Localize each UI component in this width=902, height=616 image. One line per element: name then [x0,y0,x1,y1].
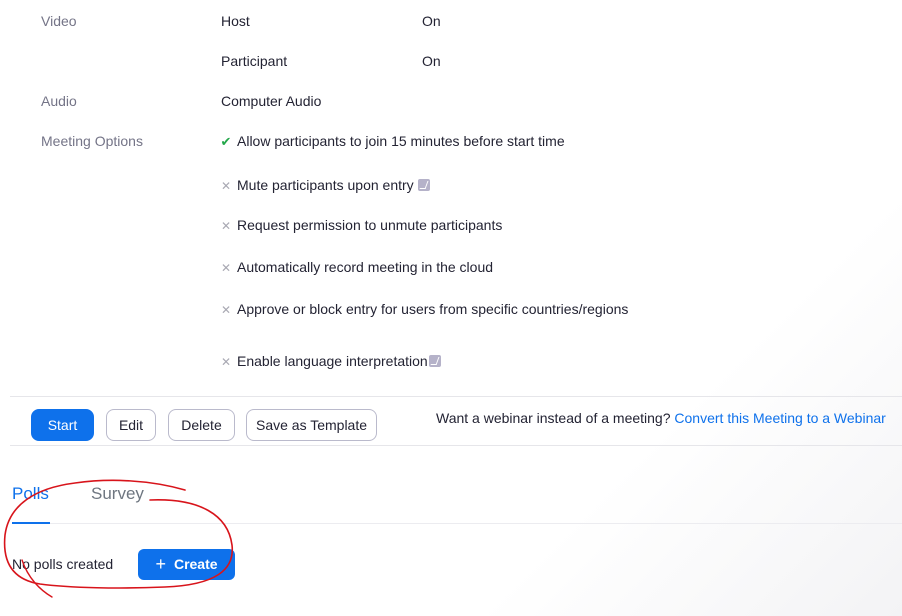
option-language-interpretation: Enable language interpretation [237,353,441,369]
host-video-value: On [422,13,441,29]
no-polls-text: No polls created [12,556,114,572]
option-cloud-record: Automatically record meeting in the clou… [237,259,494,275]
create-poll-label: Create [173,556,218,572]
delete-button[interactable]: Delete [168,409,235,441]
tab-survey[interactable]: Survey [91,484,144,504]
audio-value: Computer Audio [221,93,322,109]
plus-icon: + [155,554,166,574]
option-request-unmute: Request permission to unmute participant… [237,217,503,233]
create-poll-button[interactable]: + Create [138,549,235,580]
check-icon: ✔ [220,134,232,149]
option-approve-block-countries: Approve or block entry for users from sp… [237,301,629,317]
edit-button[interactable]: Edit [106,409,156,441]
participant-label: Participant [221,53,288,69]
webinar-prompt: Want a webinar instead of a meeting? [436,410,671,426]
divider [10,445,902,446]
audio-label: Audio [41,93,77,109]
cross-icon: ✕ [220,355,232,369]
convert-to-webinar-link[interactable]: Convert this Meeting to a Webinar [674,410,885,426]
tabs-divider [50,523,902,524]
video-label: Video [41,13,77,29]
option-language-interpretation-label: Enable language interpretation [237,353,428,369]
participant-video-value: On [422,53,441,69]
option-mute-on-entry-label: Mute participants upon entry [237,177,414,193]
save-as-template-button[interactable]: Save as Template [246,409,377,441]
option-join-before-host: Allow participants to join 15 minutes be… [237,133,565,149]
start-button[interactable]: Start [31,409,94,441]
meeting-options-label: Meeting Options [41,133,143,149]
host-label: Host [221,13,250,29]
active-tab-indicator [12,522,50,524]
divider [10,396,902,397]
pro-badge-icon [428,355,441,367]
cross-icon: ✕ [220,219,232,233]
pro-badge-icon [417,179,430,191]
cross-icon: ✕ [220,179,232,193]
cross-icon: ✕ [220,303,232,317]
tab-polls[interactable]: Polls [12,484,49,504]
cross-icon: ✕ [220,261,232,275]
webinar-convert-row: Want a webinar instead of a meeting? Con… [436,410,886,426]
option-mute-on-entry: Mute participants upon entry [237,177,430,193]
